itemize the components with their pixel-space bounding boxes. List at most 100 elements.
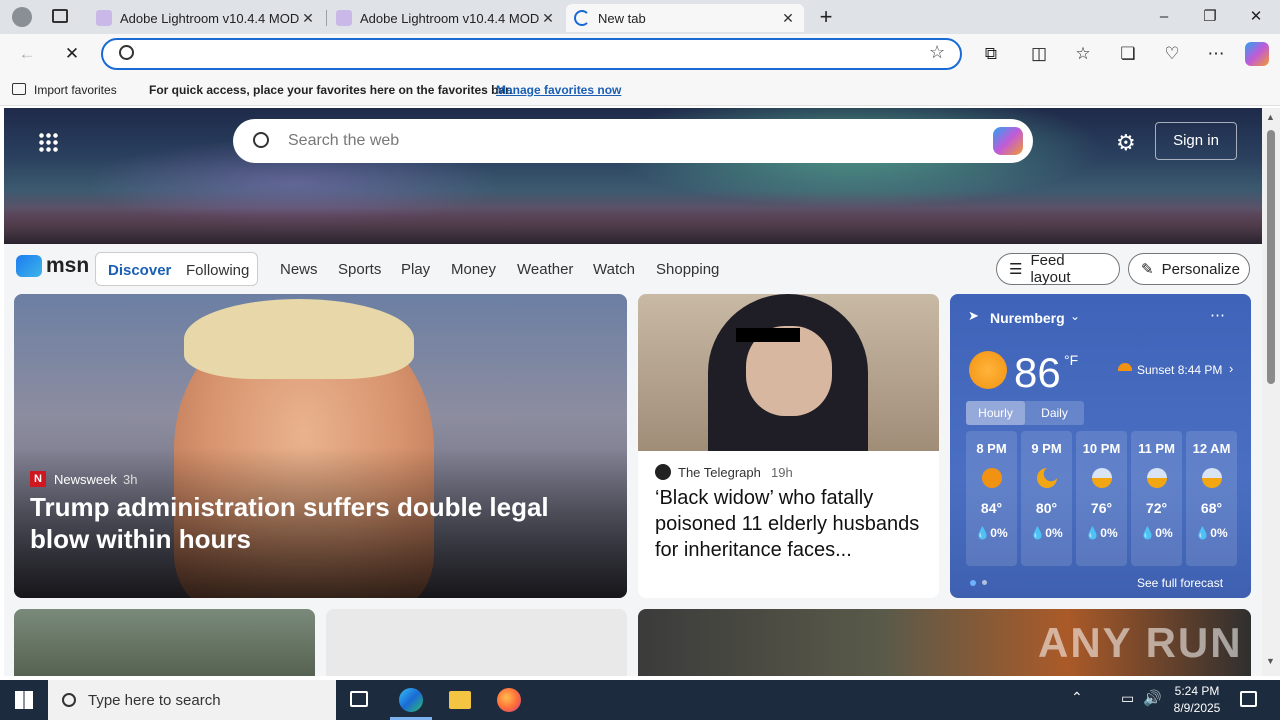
task-view-icon[interactable] <box>350 691 368 707</box>
address-bar[interactable]: ☆ <box>101 38 962 70</box>
moon-icon <box>1036 468 1057 488</box>
new-tab-button[interactable]: + <box>815 6 837 28</box>
chevron-right-icon[interactable]: › <box>1229 361 1233 376</box>
hour-precip: 💧0% <box>1195 526 1228 540</box>
lead-story-card[interactable]: N Newsweek 3h Trump administration suffe… <box>14 294 627 598</box>
nav-watch[interactable]: Watch <box>593 261 635 278</box>
manage-favorites-link[interactable]: Manage favorites now <box>496 83 621 97</box>
extensions-icon[interactable]: ⧉ <box>979 42 1003 66</box>
close-tab-icon[interactable]: ✕ <box>540 10 556 27</box>
network-icon[interactable]: ▭ <box>1121 690 1134 707</box>
web-search-box[interactable]: Search the web <box>233 119 1033 163</box>
pager-dot-active[interactable] <box>970 580 976 586</box>
taskbar-search-box[interactable]: Type here to search <box>48 680 336 720</box>
profile-icon[interactable] <box>12 7 32 27</box>
settings-more-icon[interactable]: ⋯ <box>1204 42 1228 66</box>
tab-title: Adobe Lightroom v10.4.4 MOD A <box>120 10 300 26</box>
tab-following[interactable]: Following <box>186 262 249 279</box>
temp-unit: °F <box>1064 352 1079 368</box>
back-button[interactable]: ← <box>15 42 39 66</box>
collections-icon[interactable]: ❏ <box>1116 42 1140 66</box>
favorites-icon[interactable]: ☆ <box>1071 42 1095 66</box>
file-explorer-icon[interactable] <box>449 691 471 709</box>
nav-play[interactable]: Play <box>401 261 430 278</box>
story-card[interactable] <box>14 609 315 676</box>
precip-value: 0% <box>1100 526 1118 540</box>
favorite-star-icon[interactable]: ☆ <box>929 42 945 63</box>
hourly-forecast-item[interactable]: 12 AM 68° 💧0% <box>1186 431 1237 566</box>
personalize-icon: ✎ <box>1141 261 1154 278</box>
hour-precip: 💧0% <box>1030 526 1063 540</box>
feed-tab-group: Discover Following <box>95 252 258 286</box>
hourly-forecast-item[interactable]: 9 PM 80° 💧0% <box>1021 431 1072 566</box>
close-tab-icon[interactable]: ✕ <box>780 10 796 27</box>
tab-actions-icon[interactable] <box>52 9 68 23</box>
sign-in-button[interactable]: Sign in <box>1155 122 1237 160</box>
address-input[interactable] <box>143 44 923 64</box>
tab-lightroom-1[interactable]: Adobe Lightroom v10.4.4 MOD A ✕ <box>88 4 324 32</box>
split-screen-icon[interactable]: ◫ <box>1027 42 1051 66</box>
show-hidden-icons[interactable]: ⌃ <box>1071 689 1083 706</box>
more-options-icon[interactable]: ⋯ <box>1210 306 1225 324</box>
see-full-forecast-link[interactable]: See full forecast <box>1137 576 1223 590</box>
chevron-down-icon[interactable]: ⌄ <box>1070 309 1080 323</box>
personalize-button[interactable]: ✎ Personalize <box>1128 253 1250 285</box>
tab-daily[interactable]: Daily <box>1025 401 1084 425</box>
scrollbar-thumb[interactable] <box>1267 130 1275 384</box>
sunset-time: Sunset 8:44 PM <box>1137 363 1223 377</box>
close-window-button[interactable]: ✕ <box>1245 6 1267 28</box>
import-favorites-link[interactable]: Import favorites <box>34 83 117 97</box>
nav-weather[interactable]: Weather <box>517 261 573 278</box>
tab-hourly[interactable]: Hourly <box>966 401 1025 425</box>
story-age: 19h <box>771 465 793 480</box>
nav-shopping[interactable]: Shopping <box>656 261 719 278</box>
copilot-icon[interactable] <box>993 127 1023 155</box>
settings-gear-icon[interactable]: ⚙ <box>1116 130 1136 156</box>
stop-loading-button[interactable]: ✕ <box>60 42 84 66</box>
msn-new-tab-page: Search the web ⚙ Sign in msn Discover Fo… <box>4 108 1262 676</box>
hour-temp: 76° <box>1090 500 1113 516</box>
browser-essentials-icon[interactable]: ♡ <box>1160 42 1184 66</box>
tab-lightroom-2[interactable]: Adobe Lightroom v10.4.4 MOD A ✕ <box>328 4 564 32</box>
feed-layout-button[interactable]: ☰ Feed layout <box>996 252 1120 286</box>
clock-time[interactable]: 5:24 PM <box>1173 684 1221 698</box>
current-temp: 86 <box>1014 349 1061 396</box>
scroll-down-icon[interactable]: ▼ <box>1266 656 1275 666</box>
nav-money[interactable]: Money <box>451 261 496 278</box>
tab-new-tab[interactable]: New tab ✕ <box>566 4 804 32</box>
story-card[interactable]: ANY RUN <box>638 609 1251 676</box>
hourly-forecast-item[interactable]: 10 PM 76° 💧0% <box>1076 431 1127 566</box>
search-placeholder: Search the web <box>288 132 400 149</box>
story-card[interactable]: The Telegraph 19h ‘Black widow’ who fata… <box>638 294 939 598</box>
tab-favicon-icon <box>336 10 352 26</box>
close-tab-icon[interactable]: ✕ <box>300 10 316 27</box>
page-scrollbar[interactable]: ▲ ▼ <box>1262 108 1280 676</box>
scroll-up-icon[interactable]: ▲ <box>1266 112 1275 122</box>
story-headline[interactable]: Trump administration suffers double lega… <box>30 491 590 555</box>
windows-start-icon[interactable] <box>15 691 33 709</box>
app-launcher-icon[interactable] <box>38 132 58 152</box>
censor-bar <box>736 328 800 342</box>
story-headline[interactable]: ‘Black widow’ who fatally poisoned 11 el… <box>655 485 930 563</box>
hourly-forecast-item[interactable]: 8 PM 84° 💧0% <box>966 431 1017 566</box>
weather-city[interactable]: Nuremberg <box>990 310 1065 326</box>
restore-button[interactable]: ❐ <box>1199 6 1221 28</box>
nav-sports[interactable]: Sports <box>338 261 381 278</box>
hourly-forecast-item[interactable]: 11 PM 72° 💧0% <box>1131 431 1182 566</box>
story-age: 3h <box>123 472 138 487</box>
nav-news[interactable]: News <box>280 261 318 278</box>
precip-value: 0% <box>1045 526 1063 540</box>
weather-card[interactable]: ➤ Nuremberg ⌄ ⋯ 86 °F Sunset 8:44 PM › H… <box>950 294 1251 598</box>
clock-date[interactable]: 8/9/2025 <box>1170 701 1224 715</box>
copilot-icon[interactable] <box>1245 42 1269 66</box>
notifications-icon[interactable] <box>1240 691 1257 707</box>
msn-logo[interactable]: msn <box>16 254 89 278</box>
pager-dot[interactable] <box>982 580 987 585</box>
import-favorites-icon <box>12 83 26 95</box>
hour-time: 8 PM <box>976 441 1007 456</box>
tab-discover[interactable]: Discover <box>108 262 171 279</box>
minimize-button[interactable]: – <box>1153 6 1175 28</box>
edge-taskbar-icon[interactable] <box>399 688 423 712</box>
firefox-icon[interactable] <box>497 688 521 712</box>
volume-icon[interactable]: 🔊 <box>1143 689 1162 707</box>
